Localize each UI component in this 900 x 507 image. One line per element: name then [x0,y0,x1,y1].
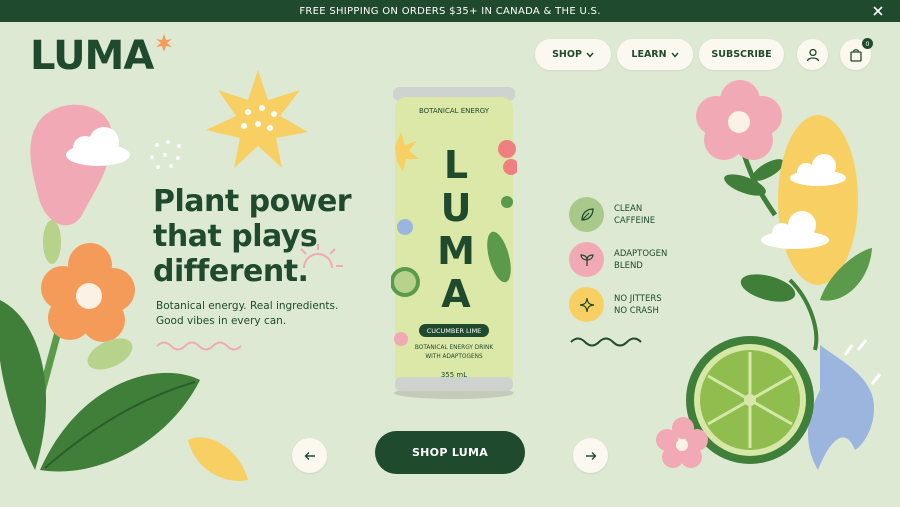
can-brand-text: LUMA [434,143,478,315]
small-leaf-shape [43,220,61,264]
can-description: BOTANICAL ENERGY DRINK WITH ADAPTOGENS [391,344,517,362]
feature-line: CAFFEINE [614,215,656,226]
feature-line: NO CRASH [614,305,659,316]
sparkle-icon [569,287,604,322]
nav-learn-label: LEARN [631,49,667,60]
next-slide-button[interactable] [573,438,608,473]
dots-cluster-shape [150,140,181,169]
can-volume: 355 mL [440,371,468,379]
announcement-bar: FREE SHIPPING ON ORDERS $35+ IN CANADA &… [0,0,900,22]
can-desc-line: BOTANICAL ENERGY DRINK [414,345,494,351]
green-squiggle-shape [570,337,642,347]
headline-line: that plays [153,219,318,254]
leaf-icon [569,197,604,232]
nav-learn-button[interactable]: LEARN [617,39,693,70]
arrow-right-icon [585,451,596,460]
shop-luma-button[interactable]: SHOP LUMA [375,431,525,474]
close-icon[interactable] [870,3,886,19]
can-top-label: BOTANICAL ENERGY [418,107,490,115]
nav-subscribe-button[interactable]: SUBSCRIBE [699,39,784,70]
can-flavor-badge: CUCUMBER LIME [419,324,489,337]
headline-line: Plant power [153,184,352,219]
sun-star-shape [206,70,308,168]
feature-line: CLEAN [614,203,643,214]
feature-no-jitters: NO JITTERS NO CRASH [569,287,662,322]
cart-button[interactable]: 0 [840,38,873,70]
yellow-oval-shape [778,115,858,285]
product-can: BOTANICAL ENERGY LUMA CUCUMBER LIME BOTA… [391,87,517,401]
orange-flower-shape [35,243,135,408]
subtext-line: Good vibes in every can. [156,315,287,327]
can-desc-line: WITH ADAPTOGENS [425,354,483,360]
feature-line: NO JITTERS [614,293,662,304]
logo-sun-icon [156,34,173,52]
feature-adaptogen-blend: ADAPTOGEN BLEND [569,242,667,277]
prev-slide-button[interactable] [292,438,327,473]
subtext-line: Botanical energy. Real ingredients. [156,300,339,312]
yellow-leaf-shape [188,437,248,481]
headline-line: different. [153,254,309,289]
cart-count-badge: 0 [862,38,873,49]
feature-clean-caffeine: CLEAN CAFFEINE [569,197,655,232]
brand-logo[interactable]: LUMA [30,33,173,79]
pink-flower-shape [696,80,784,217]
sprout-icon [569,242,604,277]
hero-subtext: Botanical energy. Real ingredients. Good… [156,299,338,329]
chevron-down-icon [586,52,594,58]
account-button[interactable] [797,39,828,70]
feature-text: CLEAN CAFFEINE [614,203,655,227]
announcement-text: FREE SHIPPING ON ORDERS $35+ IN CANADA &… [299,5,601,17]
nav-subscribe-label: SUBSCRIBE [711,49,772,60]
feature-line: ADAPTOGEN [614,248,668,259]
nav-shop-button[interactable]: SHOP [535,39,611,70]
feature-text: ADAPTOGEN BLEND [614,248,667,272]
arrow-left-icon [304,451,315,460]
blue-plant-shape [808,345,875,470]
feature-line: BLEND [614,260,643,271]
chevron-down-icon [671,52,679,58]
user-icon [806,48,819,61]
pink-squiggle-shape [156,341,242,351]
hero-headline: Plant power that plays different. [153,184,393,289]
bag-icon [849,48,862,62]
feature-text: NO JITTERS NO CRASH [614,293,662,317]
nav-shop-label: SHOP [552,49,582,60]
logo-text: LUMA [30,33,154,79]
